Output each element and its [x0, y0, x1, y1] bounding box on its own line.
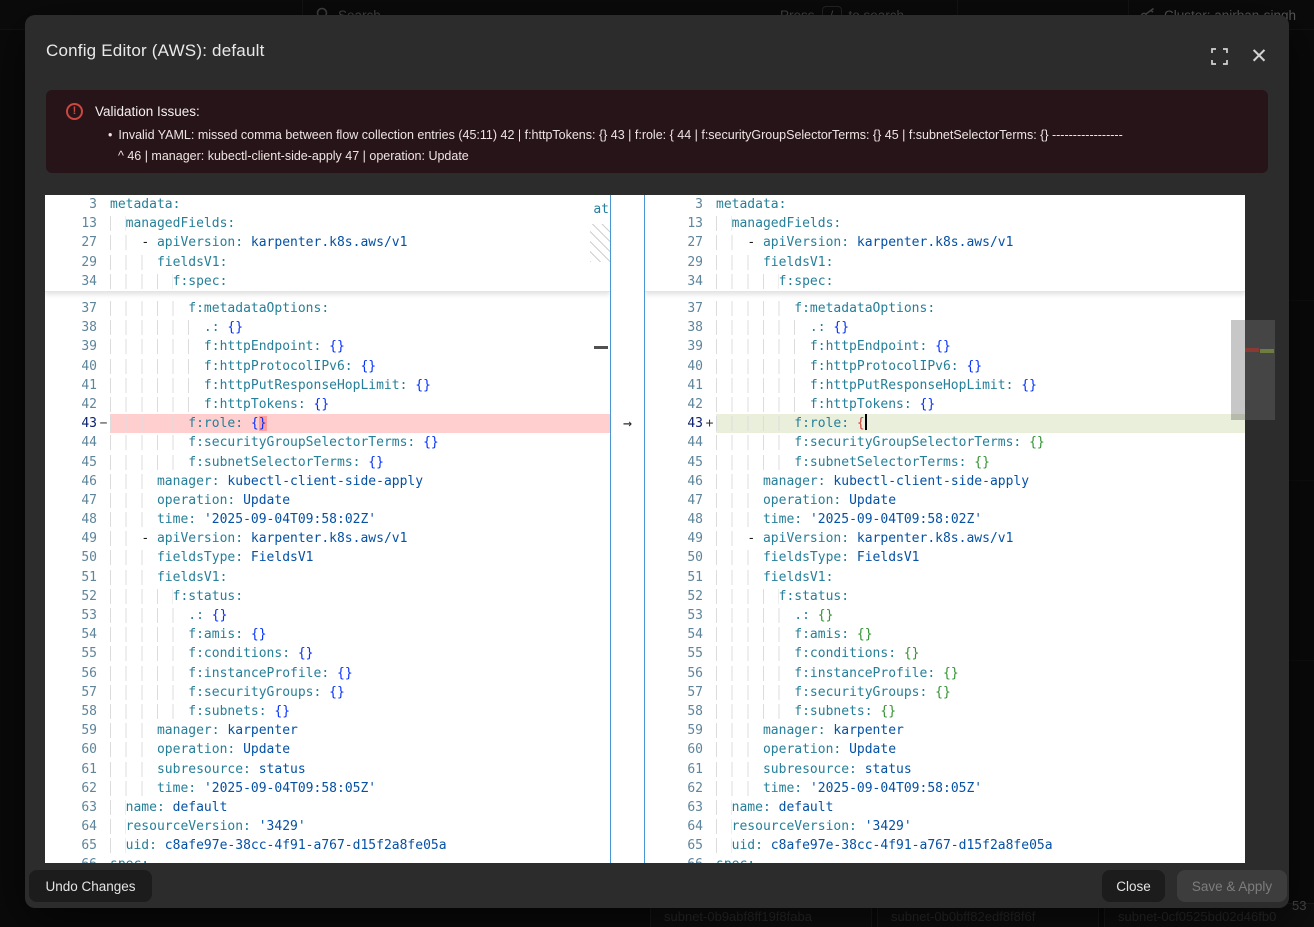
code-line: 42 f:httpTokens: {}: [645, 395, 1245, 414]
code-line: 57 f:securityGroups: {}: [45, 683, 610, 702]
code-line: 46 manager: kubectl-client-side-apply: [645, 472, 1245, 491]
code-line: 41 f:httpPutResponseHopLimit: {}: [645, 376, 1245, 395]
original-scrollbar[interactable]: [594, 346, 608, 349]
code-line: 50 fieldsType: FieldsV1: [45, 548, 610, 567]
code-line: 58 f:subnets: {}: [645, 702, 1245, 721]
dialog-title: Config Editor (AWS): default: [46, 41, 265, 61]
code-line: 59 manager: karpenter: [645, 721, 1245, 740]
clipped-edge-text: at: [593, 202, 609, 217]
code-line: 53 .: {}: [645, 606, 1245, 625]
revert-change-arrow[interactable]: →: [611, 414, 644, 433]
code-line: 61 subresource: status: [45, 760, 610, 779]
code-line: 44 f:securityGroupSelectorTerms: {}: [645, 433, 1245, 452]
code-line: 60 operation: Update: [645, 740, 1245, 759]
code-line: 38 .: {}: [645, 318, 1245, 337]
code-line: 50 fieldsType: FieldsV1: [645, 548, 1245, 567]
save-apply-button[interactable]: Save & Apply: [1177, 870, 1287, 902]
code-line: 65 uid: c8afe97e-38cc-4f91-a767-d15f2a8f…: [645, 836, 1245, 855]
code-line: 61 subresource: status: [645, 760, 1245, 779]
code-line: 42 f:httpTokens: {}: [45, 395, 610, 414]
code-line: 43− f:role: {}: [45, 414, 610, 433]
code-line: 29 fieldsV1:: [645, 253, 1245, 272]
code-line: 53 .: {}: [45, 606, 610, 625]
fullscreen-icon[interactable]: [1207, 44, 1231, 68]
modified-scrollbar[interactable]: [1231, 320, 1245, 420]
validation-issues-banner: ! Validation Issues: •Invalid YAML: miss…: [46, 90, 1268, 173]
hidden-region-hatch: [590, 224, 610, 262]
overview-removed-mark: [1245, 348, 1259, 352]
code-line: 57 f:securityGroups: {}: [645, 683, 1245, 702]
code-line: 65 uid: c8afe97e-38cc-4f91-a767-d15f2a8f…: [45, 836, 610, 855]
validation-title: Validation Issues:: [95, 104, 200, 119]
code-line: 39 f:httpEndpoint: {}: [645, 337, 1245, 356]
code-line: 63 name: default: [45, 798, 610, 817]
code-line: 62 time: '2025-09-04T09:58:05Z': [45, 779, 610, 798]
code-line: 60 operation: Update: [45, 740, 610, 759]
code-line: 45 f:subnetSelectorTerms: {}: [645, 453, 1245, 472]
diff-overview-ruler[interactable]: [1245, 195, 1275, 863]
validation-message-line2: ^ 46 | manager: kubectl-client-side-appl…: [118, 149, 469, 163]
code-line: 37 f:metadataOptions:: [45, 299, 610, 318]
code-line: 40 f:httpProtocolIPv6: {}: [45, 357, 610, 376]
sticky-scroll-original: 3metadata:13 managedFields:27 - apiVersi…: [45, 195, 610, 292]
code-line: 55 f:conditions: {}: [645, 644, 1245, 663]
code-line: 34 f:spec:: [645, 272, 1245, 291]
page: Search Press / to search Cluster: anirba…: [0, 0, 1314, 927]
bullet: •: [108, 128, 112, 142]
code-line: 41 f:httpPutResponseHopLimit: {}: [45, 376, 610, 395]
code-line: 64 resourceVersion: '3429': [645, 817, 1245, 836]
code-line: 47 operation: Update: [645, 491, 1245, 510]
code-line: 3metadata:: [645, 195, 1245, 214]
code-line: 66spec:: [45, 855, 610, 863]
code-line: 54 f:amis: {}: [645, 625, 1245, 644]
code-line: 49 - apiVersion: karpenter.k8s.aws/v1: [645, 529, 1245, 548]
code-line: 38 .: {}: [45, 318, 610, 337]
close-button[interactable]: Close: [1102, 870, 1165, 902]
code-line: 13 managedFields:: [45, 214, 610, 233]
code-line: 52 f:status:: [645, 587, 1245, 606]
code-line: 34 f:spec:: [45, 272, 610, 291]
code-line: 29 fieldsV1:: [45, 253, 610, 272]
code-line: 47 operation: Update: [45, 491, 610, 510]
close-icon[interactable]: ✕: [1247, 44, 1271, 68]
code-line: 39 f:httpEndpoint: {}: [45, 337, 610, 356]
code-line: 44 f:securityGroupSelectorTerms: {}: [45, 433, 610, 452]
code-line: 55 f:conditions: {}: [45, 644, 610, 663]
code-line: 52 f:status:: [45, 587, 610, 606]
validation-message-line1: •Invalid YAML: missed comma between flow…: [108, 128, 1123, 142]
code-line: 27 - apiVersion: karpenter.k8s.aws/v1: [45, 233, 610, 252]
code-line: 56 f:instanceProfile: {}: [45, 664, 610, 683]
error-icon: !: [66, 103, 83, 120]
code-line: 62 time: '2025-09-04T09:58:05Z': [645, 779, 1245, 798]
diff-editor-original[interactable]: 3metadata:13 managedFields:27 - apiVersi…: [45, 195, 610, 863]
code-line: 59 manager: karpenter: [45, 721, 610, 740]
code-line: 40 f:httpProtocolIPv6: {}: [645, 357, 1245, 376]
code-line: 64 resourceVersion: '3429': [45, 817, 610, 836]
code-line: 13 managedFields:: [645, 214, 1245, 233]
code-line: 51 fieldsV1:: [45, 568, 610, 587]
code-line: 46 manager: kubectl-client-side-apply: [45, 472, 610, 491]
overview-viewport: [1245, 320, 1275, 420]
code-line: 37 f:metadataOptions:: [645, 299, 1245, 318]
code-line: 66spec:: [645, 855, 1245, 863]
diff-splitter[interactable]: →: [610, 195, 645, 863]
code-line: 51 fieldsV1:: [645, 568, 1245, 587]
code-line: 49 - apiVersion: karpenter.k8s.aws/v1: [45, 529, 610, 548]
code-line: 27 - apiVersion: karpenter.k8s.aws/v1: [645, 233, 1245, 252]
sticky-scroll-modified: 3metadata:13 managedFields:27 - apiVersi…: [645, 195, 1245, 292]
code-line: 3metadata:: [45, 195, 610, 214]
code-line: 54 f:amis: {}: [45, 625, 610, 644]
code-line: 58 f:subnets: {}: [45, 702, 610, 721]
code-line: 56 f:instanceProfile: {}: [645, 664, 1245, 683]
overview-added-mark: [1260, 349, 1274, 353]
config-editor-dialog: Config Editor (AWS): default ✕ ! Validat…: [25, 15, 1289, 908]
code-line: 48 time: '2025-09-04T09:58:02Z': [45, 510, 610, 529]
code-line: 48 time: '2025-09-04T09:58:02Z': [645, 510, 1245, 529]
code-line: 45 f:subnetSelectorTerms: {}: [45, 453, 610, 472]
diff-editor-modified[interactable]: 3metadata:13 managedFields:27 - apiVersi…: [645, 195, 1245, 863]
code-line: 43+ f:role: {: [645, 414, 1245, 433]
undo-changes-button[interactable]: Undo Changes: [29, 870, 152, 902]
code-line: 63 name: default: [645, 798, 1245, 817]
